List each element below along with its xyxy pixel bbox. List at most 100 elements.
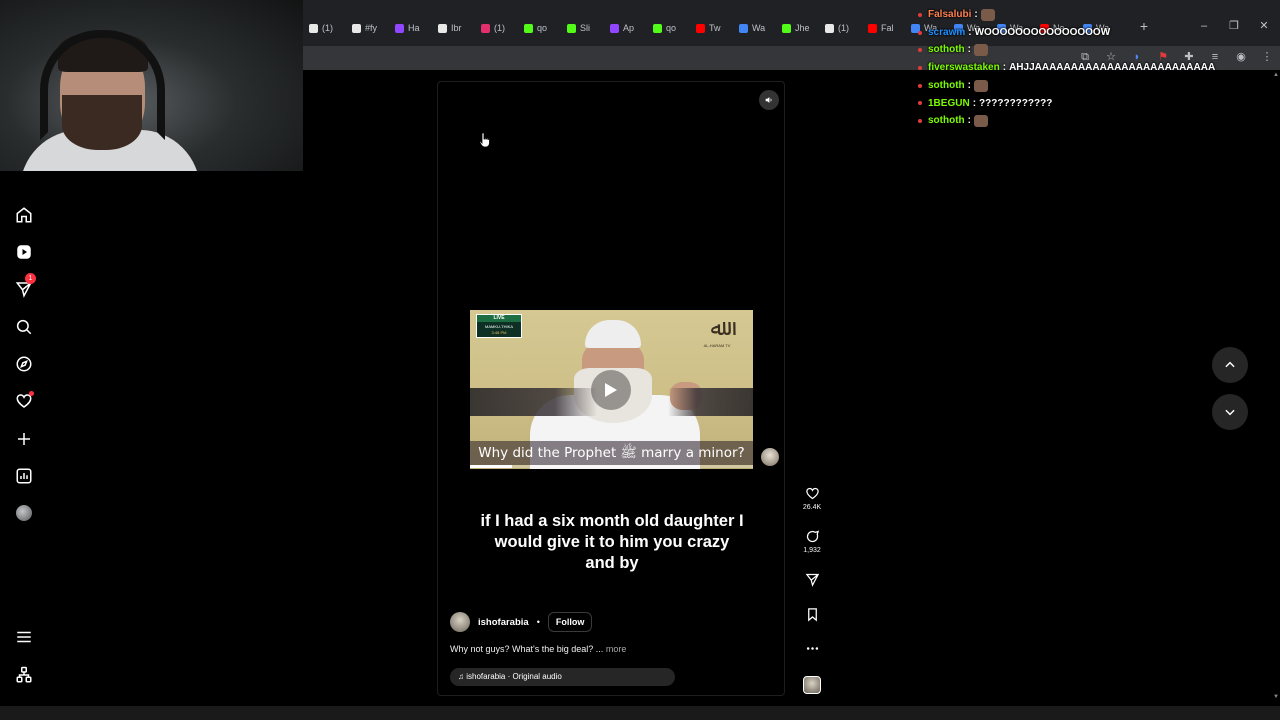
dashboard-chart-icon[interactable] [14,466,34,486]
browser-tab[interactable]: qo [518,18,561,38]
close-window-button[interactable]: ✕ [1256,18,1272,34]
stream-chat-overlay: Falsalubi: scrawm: WOOOOOOOOOOOOOOOW sothot… [918,6,1218,130]
reels-icon[interactable] [14,242,34,262]
original-audio-link[interactable]: ♫ ishofarabia · Original audio [450,668,675,686]
chat-badge-icon [918,83,922,88]
previous-reel-button[interactable] [1212,347,1248,383]
chat-username: sothoth [928,79,965,91]
tab-label: (1) [494,23,505,33]
tab-label: Ap [623,23,635,33]
tab-favicon-icon [567,23,576,33]
scroll-down-arrow[interactable]: ▼ [1272,694,1280,700]
chat-colon: : [967,115,971,127]
author-row: ishofarabia • Follow [450,611,593,633]
chat-text: AHJJAAAAAAAAAAAAAAAAAAAAAAAAA [1009,62,1216,74]
chat-message: Falsalubi: [918,6,1218,24]
play-icon[interactable] [591,370,631,410]
caption-more-link[interactable]: more [606,644,627,654]
live-location: MAMKU-THIKA [485,324,513,329]
bookmark-icon [807,608,817,622]
music-note-icon: ♫ [458,672,467,681]
notifications-heart-icon[interactable] [14,391,34,411]
chat-badge-icon [918,119,922,124]
volume-icon[interactable] [759,90,779,110]
browser-tab[interactable]: Ibr [432,18,475,38]
browser-tab[interactable]: Fal [862,18,905,38]
chat-badge-icon [918,12,922,17]
browser-tab[interactable]: (1) [303,18,346,38]
audio-label: ishofarabia · Original audio [466,672,562,681]
reel-card[interactable]: LIVE MAMKU-THIKA 3:48 PM ﷲ AL-HARAM TV W… [437,81,785,696]
chat-text: WOOOOOOOOOOOOOOOW [974,26,1111,38]
chat-message: 1BEGUN:???????????? [918,95,1218,113]
browser-tab[interactable]: Ap [604,18,647,38]
browser-tab[interactable]: Wa [733,18,776,38]
browser-tab[interactable]: (1) [819,18,862,38]
browser-tab[interactable]: Jhe [776,18,819,38]
streamer-webcam [0,0,303,171]
browser-tab[interactable]: Sli [561,18,604,38]
separator-dot: • [536,617,540,627]
more-options-button[interactable] [800,641,824,656]
chat-message: sothoth: [918,112,1218,130]
scroll-up-arrow[interactable]: ▲ [1272,72,1280,78]
tab-label: qo [537,23,548,33]
embedded-video[interactable]: LIVE MAMKU-THIKA 3:48 PM ﷲ AL-HARAM TV W… [470,310,753,469]
chat-username: scrawm [928,26,966,38]
tab-label: Tw [709,23,721,33]
also-from-meta-icon[interactable] [14,665,34,685]
explore-compass-icon[interactable] [14,354,34,374]
chat-message: sothoth: [918,41,1218,59]
browser-tab[interactable]: Ha [389,18,432,38]
tab-favicon-icon [610,23,619,33]
channel-logo-mark: ﷲ [710,315,724,340]
chat-username: fiverswastaken [928,62,1000,74]
tab-favicon-icon [825,23,834,33]
chat-emote-icon [974,79,988,92]
create-plus-icon[interactable] [14,429,34,449]
tab-label: (1) [838,23,849,33]
chat-message: fiverswastaken: AHJJAAAAAAAAAAAAAAAAAAAAA… [918,59,1218,77]
like-button[interactable]: 26.4K [800,486,824,511]
chevron-down-icon [1225,409,1235,416]
chat-username: sothoth [928,44,965,56]
home-icon[interactable] [14,205,34,225]
more-menu-icon[interactable] [14,627,34,647]
browser-tab[interactable]: Tw [690,18,733,38]
ellipsis-icon [806,647,818,650]
profile-avatar-icon[interactable] [14,503,34,523]
tab-favicon-icon [782,23,791,33]
maximize-button[interactable]: ❐ [1226,18,1242,34]
chat-colon: : [968,26,972,38]
page-scrollbar[interactable]: ▲ ▼ [1272,70,1280,706]
browser-menu-icon[interactable]: ⋮ [1260,50,1274,64]
chat-colon: : [967,44,971,56]
hand-cursor-icon [479,132,490,148]
video-progress-bar[interactable] [470,465,753,468]
chat-text: ???????????? [979,97,1053,109]
tab-favicon-icon [739,23,748,33]
browser-tab[interactable]: (1) [475,18,518,38]
profile-avatar-icon[interactable]: ◉ [1234,50,1248,64]
chat-message: scrawm: WOOOOOOOOOOOOOOOW [918,24,1218,42]
search-icon[interactable] [14,317,34,337]
follow-button[interactable]: Follow [547,612,593,632]
author-avatar[interactable] [450,612,470,632]
browser-tab[interactable]: qo [647,18,690,38]
messages-icon[interactable]: 1 [14,273,36,299]
tab-label: Jhe [795,23,810,33]
webcam-headset [40,30,165,140]
author-username[interactable]: ishofarabia [478,617,529,628]
caption-text: Why not guys? What's the big deal? ... [450,644,604,654]
tab-label: qo [666,23,677,33]
next-reel-button[interactable] [1212,394,1248,430]
notification-badge: 1 [25,273,36,284]
tab-favicon-icon [438,23,447,33]
save-button[interactable] [800,607,824,622]
share-button[interactable] [800,572,824,587]
chat-emote-icon [974,115,988,128]
browser-tab[interactable]: #fy [346,18,389,38]
audio-thumbnail[interactable] [803,676,821,694]
chat-username: Falsalubi [928,9,972,20]
comment-button[interactable]: 1,932 [800,529,824,554]
